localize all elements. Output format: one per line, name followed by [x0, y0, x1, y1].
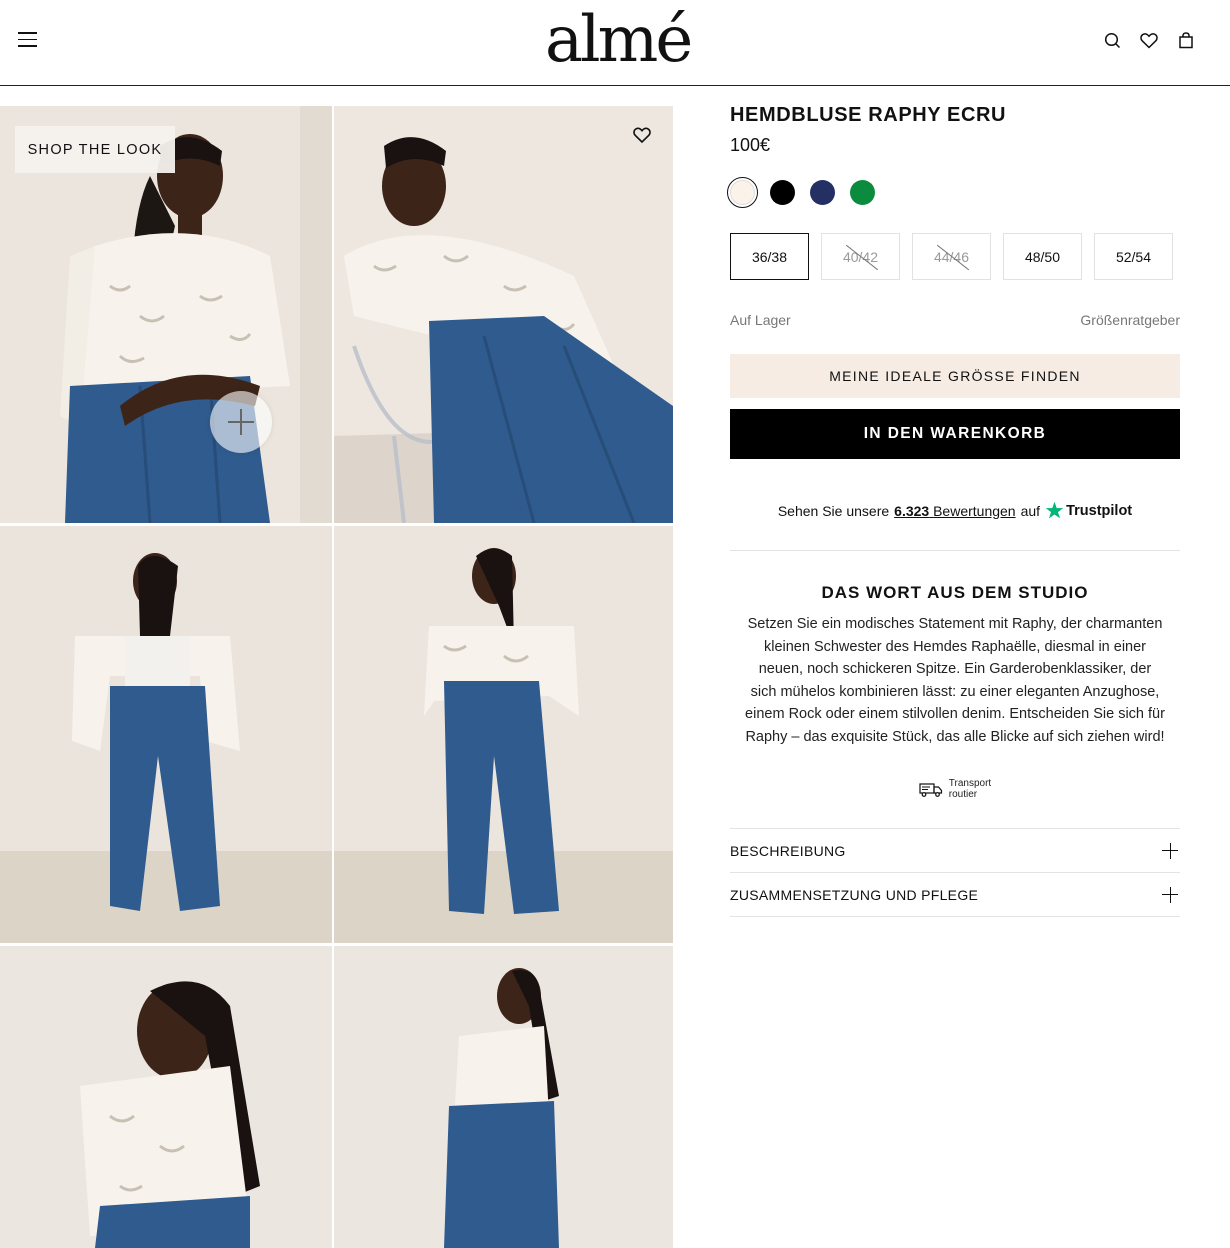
bag-icon[interactable] — [1176, 30, 1196, 50]
size-option-36-38[interactable]: 36/38 — [730, 233, 809, 280]
color-swatch-navy[interactable] — [810, 180, 835, 205]
accordion-composition-care[interactable]: ZUSAMMENSETZUNG UND PFLEGE — [730, 873, 1180, 917]
product-accordion: BESCHREIBUNG ZUSAMMENSETZUNG UND PFLEGE — [730, 828, 1180, 917]
accordion-composition-label: ZUSAMMENSETZUNG UND PFLEGE — [730, 886, 979, 903]
color-swatch-ecru[interactable] — [727, 177, 758, 208]
reviews-link[interactable]: 6.323 Bewertungen — [894, 503, 1015, 519]
stock-row: Auf Lager Größenratgeber — [730, 312, 1180, 328]
color-swatch-green[interactable] — [850, 180, 875, 205]
stock-status: Auf Lager — [730, 312, 791, 328]
brand-logo[interactable]: almé — [545, 4, 693, 76]
trustpilot-reviews: Sehen Sie unsere 6.323 Bewertungen auf T… — [730, 501, 1180, 520]
transport-info: Transport routier — [730, 778, 1180, 800]
header-actions — [1102, 30, 1196, 50]
transport-label-line1: Transport — [948, 778, 992, 789]
zoom-plus-icon[interactable] — [210, 391, 272, 453]
truck-icon — [919, 782, 942, 797]
reviews-suffix: auf — [1020, 502, 1041, 519]
size-option-52-54[interactable]: 52/54 — [1094, 233, 1173, 280]
site-header: almé — [0, 0, 1230, 86]
model-photo-front-closeup[interactable]: SHOP THE LOOK — [0, 106, 332, 523]
size-option-40-42[interactable]: 40/42 — [821, 233, 900, 280]
model-photo-side[interactable] — [0, 946, 332, 1248]
trustpilot-logo[interactable]: Trustpilot — [1045, 501, 1132, 520]
section-divider — [730, 550, 1180, 551]
plus-icon — [1162, 886, 1178, 903]
model-photo-open-shirt[interactable] — [0, 526, 332, 943]
product-info: HEMDBLUSE RAPHY ECRU 100€ 36/38 40/42 44… — [727, 100, 1180, 917]
size-guide-link[interactable]: Größenratgeber — [1080, 312, 1180, 328]
model-photo-full-front[interactable] — [334, 526, 673, 943]
find-size-button[interactable]: MEINE IDEALE GRÖSSE FINDEN — [730, 354, 1180, 398]
wishlist-heart-icon[interactable] — [633, 126, 651, 144]
trustpilot-star-icon — [1045, 501, 1064, 519]
accordion-description-label: BESCHREIBUNG — [730, 842, 846, 859]
size-option-48-50[interactable]: 48/50 — [1003, 233, 1082, 280]
color-swatches — [727, 177, 1180, 208]
trustpilot-brand: Trustpilot — [1066, 502, 1133, 519]
reviews-link-label: Bewertungen — [933, 502, 1016, 519]
transport-label: Transport routier — [949, 778, 991, 800]
plus-icon — [1162, 842, 1178, 859]
size-selector: 36/38 40/42 44/46 48/50 52/54 — [730, 233, 1180, 280]
product-title: HEMDBLUSE RAPHY ECRU — [730, 104, 1007, 126]
product-price: 100€ — [730, 135, 771, 155]
accordion-description[interactable]: BESCHREIBUNG — [730, 829, 1180, 873]
product-gallery: SHOP THE LOOK — [0, 106, 673, 1248]
model-photo-back[interactable] — [334, 946, 673, 1248]
reviews-count: 6.323 — [894, 502, 930, 519]
shop-the-look-button[interactable]: SHOP THE LOOK — [15, 126, 175, 173]
transport-label-line2: routier — [948, 789, 978, 800]
reviews-prefix: Sehen Sie unsere — [777, 502, 890, 519]
add-to-cart-button[interactable]: IN DEN WARENKORB — [730, 409, 1180, 459]
search-icon[interactable] — [1102, 30, 1122, 50]
size-option-44-46[interactable]: 44/46 — [912, 233, 991, 280]
model-photo-seated[interactable] — [334, 106, 673, 523]
color-swatch-black[interactable] — [770, 180, 795, 205]
studio-heading: DAS WORT AUS DEM STUDIO — [821, 583, 1089, 602]
menu-icon[interactable] — [18, 32, 37, 48]
studio-description: Setzen Sie ein modisches Statement mit R… — [745, 616, 1165, 745]
heart-icon[interactable] — [1139, 30, 1159, 50]
